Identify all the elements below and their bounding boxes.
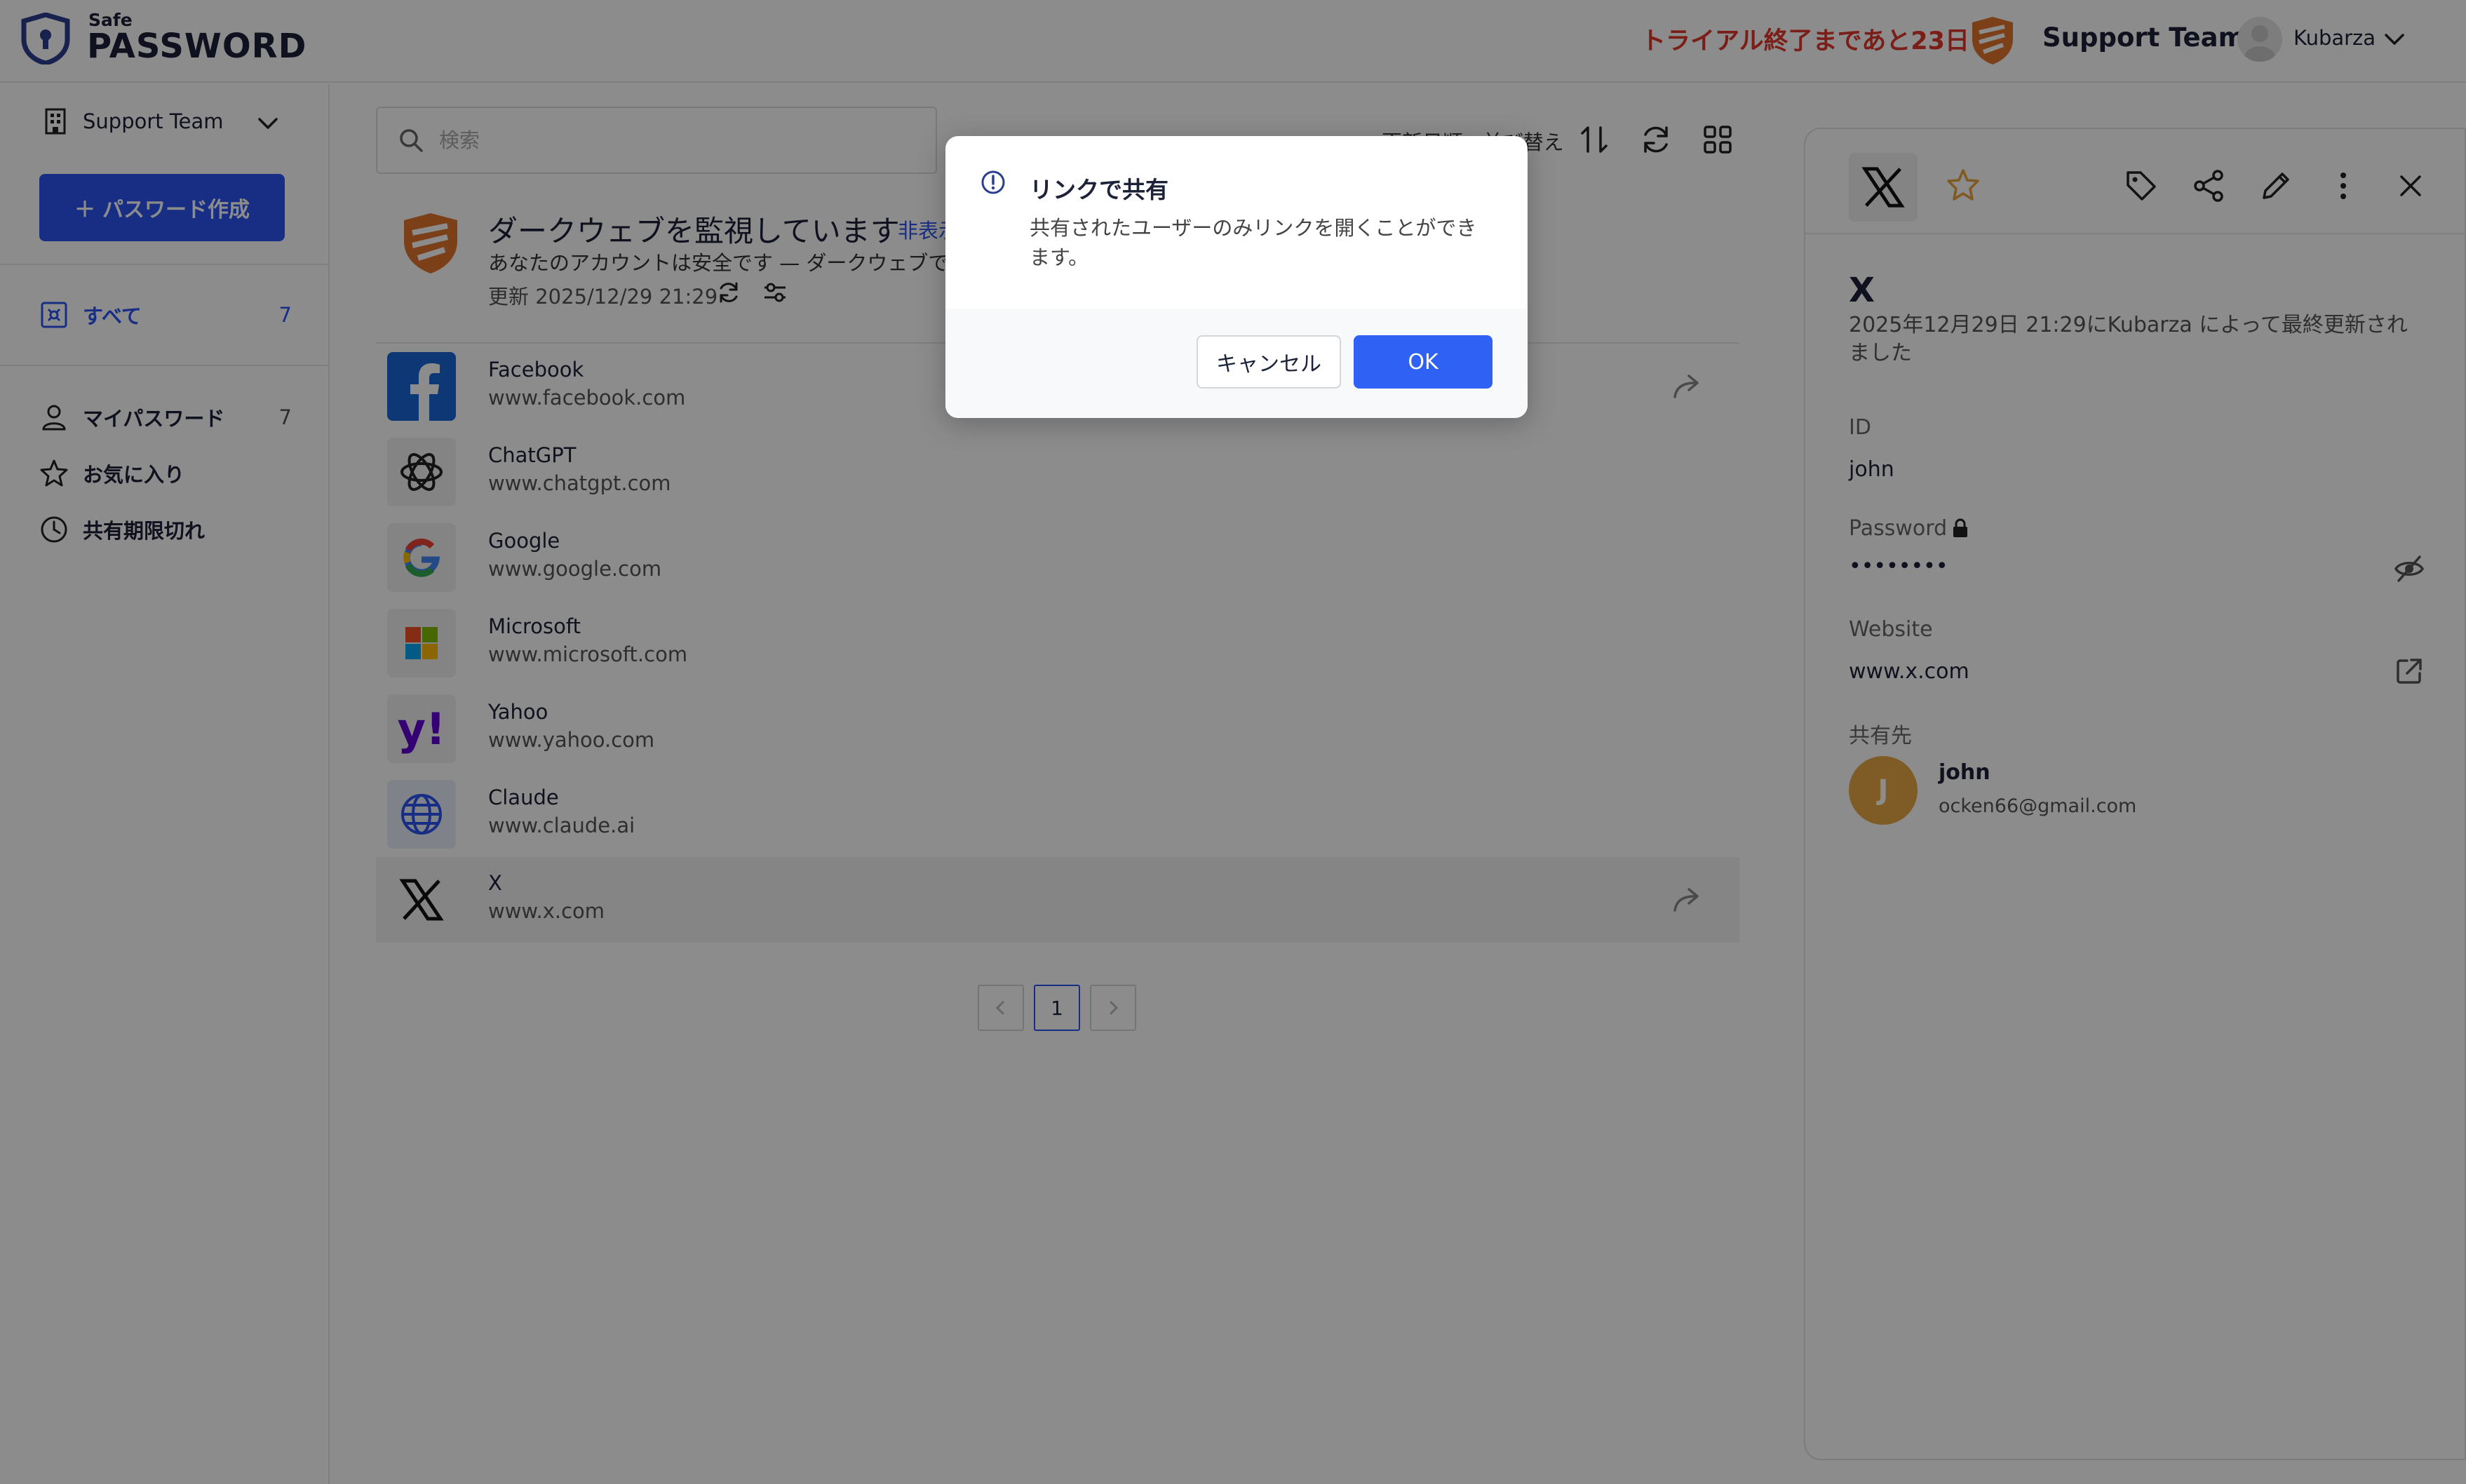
dialog-title: リンクで共有 [1030, 176, 1168, 203]
dialog-message: 共有されたユーザーのみリンクを開くことができます。 [1030, 216, 1477, 269]
ok-button[interactable]: OK [1354, 335, 1493, 389]
info-icon [981, 170, 1005, 194]
cancel-button[interactable]: キャンセル [1197, 335, 1341, 389]
